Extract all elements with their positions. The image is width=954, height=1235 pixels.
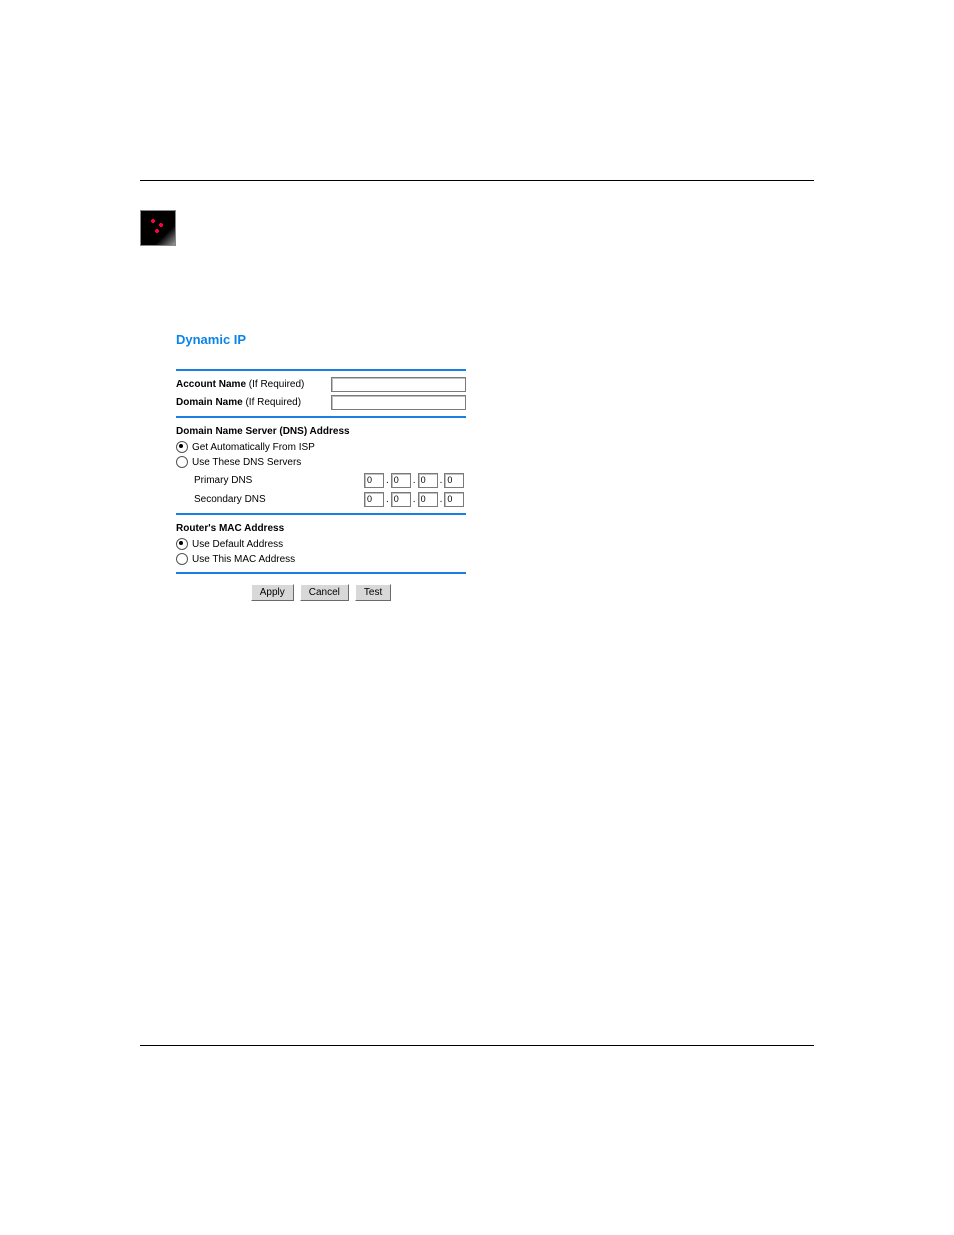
secondary-dns-row: Secondary DNS 0. 0. 0. 0	[176, 492, 466, 507]
mac-this-label: Use This MAC Address	[192, 553, 295, 566]
dot: .	[386, 474, 389, 487]
account-name-row: Account Name (If Required)	[176, 377, 466, 392]
primary-dns-row: Primary DNS 0. 0. 0. 0	[176, 473, 466, 488]
radio-icon	[176, 553, 188, 565]
account-name-input[interactable]	[331, 377, 466, 392]
cancel-button[interactable]: Cancel	[300, 584, 349, 601]
radio-icon	[176, 456, 188, 468]
app-icon	[140, 210, 176, 246]
divider	[176, 369, 466, 371]
primary-dns-octet-3[interactable]: 0	[418, 473, 438, 488]
account-name-label-note: (If Required)	[249, 379, 305, 390]
primary-dns-label: Primary DNS	[194, 474, 364, 487]
domain-name-input[interactable]	[331, 395, 466, 410]
domain-name-row: Domain Name (If Required)	[176, 395, 466, 410]
dns-use-these-option[interactable]: Use These DNS Servers	[176, 456, 466, 469]
primary-dns-octet-1[interactable]: 0	[364, 473, 384, 488]
bottom-rule	[140, 1045, 814, 1046]
dot: .	[440, 493, 443, 506]
dot: .	[440, 474, 443, 487]
secondary-dns-octet-3[interactable]: 0	[418, 492, 438, 507]
dot: .	[413, 493, 416, 506]
dns-auto-option[interactable]: Get Automatically From ISP	[176, 441, 466, 454]
button-row: Apply Cancel Test	[176, 584, 466, 601]
secondary-dns-label: Secondary DNS	[194, 493, 364, 506]
radio-icon	[176, 441, 188, 453]
top-rule	[140, 180, 814, 181]
mac-section-heading: Router's MAC Address	[176, 522, 466, 535]
primary-dns-ip-group: 0. 0. 0. 0	[364, 473, 464, 488]
account-name-label: Account Name (If Required)	[176, 378, 331, 391]
dot: .	[413, 474, 416, 487]
form-title: Dynamic IP	[176, 332, 466, 349]
mac-default-option[interactable]: Use Default Address	[176, 538, 466, 551]
dns-section-heading: Domain Name Server (DNS) Address	[176, 425, 466, 438]
account-name-label-bold: Account Name	[176, 379, 246, 390]
divider	[176, 513, 466, 515]
apply-button[interactable]: Apply	[251, 584, 294, 601]
dns-use-these-label: Use These DNS Servers	[192, 456, 301, 469]
secondary-dns-octet-4[interactable]: 0	[444, 492, 464, 507]
primary-dns-octet-2[interactable]: 0	[391, 473, 411, 488]
domain-name-label-bold: Domain Name	[176, 397, 243, 408]
domain-name-label-note: (If Required)	[245, 397, 301, 408]
divider	[176, 416, 466, 418]
document-page: Dynamic IP Account Name (If Required) Do…	[0, 0, 954, 1235]
test-button[interactable]: Test	[355, 584, 391, 601]
secondary-dns-octet-1[interactable]: 0	[364, 492, 384, 507]
domain-name-label: Domain Name (If Required)	[176, 396, 331, 409]
dns-auto-label: Get Automatically From ISP	[192, 441, 315, 454]
primary-dns-octet-4[interactable]: 0	[444, 473, 464, 488]
mac-this-option[interactable]: Use This MAC Address	[176, 553, 466, 566]
secondary-dns-octet-2[interactable]: 0	[391, 492, 411, 507]
secondary-dns-ip-group: 0. 0. 0. 0	[364, 492, 464, 507]
divider	[176, 572, 466, 574]
radio-icon	[176, 538, 188, 550]
mac-default-label: Use Default Address	[192, 538, 283, 551]
dynamic-ip-form: Dynamic IP Account Name (If Required) Do…	[176, 332, 466, 601]
dot: .	[386, 493, 389, 506]
